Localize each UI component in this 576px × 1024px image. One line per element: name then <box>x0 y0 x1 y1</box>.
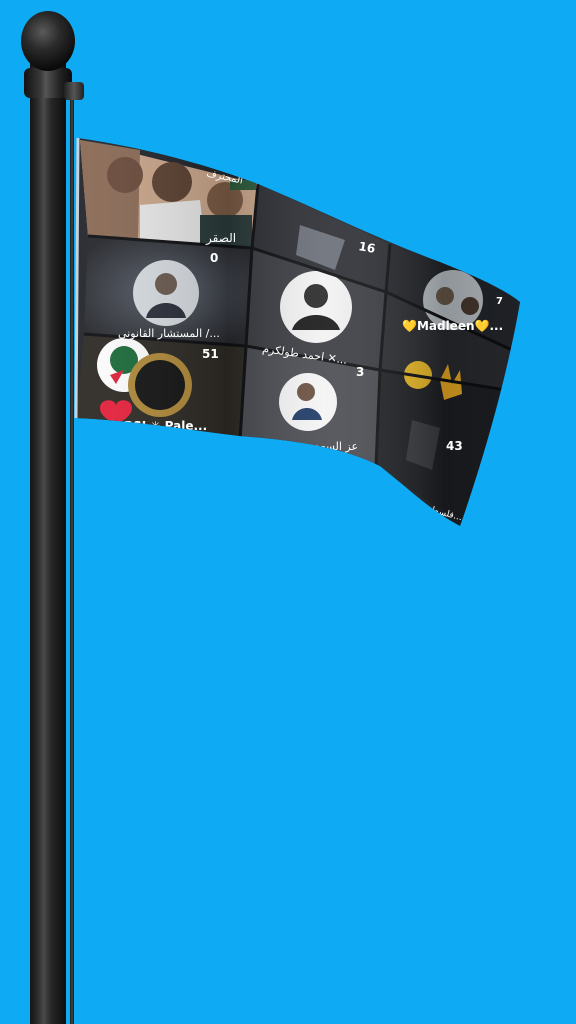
tile-1-label: الصقر <box>205 231 236 246</box>
flag-cloth: المحترف الصقر 16 0 المستشار القانوني /..… <box>76 138 520 526</box>
tile-2-count: 16 <box>357 239 376 256</box>
tile-6-count: 7 <box>496 296 503 307</box>
waving-flag: المحترف الصقر 16 0 المستشار القانوني /..… <box>74 137 520 526</box>
tile-9-count: 43 <box>446 439 463 453</box>
tile-4-count: 0 <box>210 251 218 265</box>
flag-hoist-edge <box>74 137 80 419</box>
tile-7-count: 51 <box>202 347 219 361</box>
tile-8-count: 3 <box>356 365 364 379</box>
tile-4-label: المستشار القانوني /... <box>118 327 220 340</box>
scene: المحترف الصقر 16 0 المستشار القانوني /..… <box>0 0 576 1024</box>
tile-7-label: BSI ✳ Pale... <box>124 419 207 433</box>
tile-6-label: 💛Madleen💛... <box>402 319 503 333</box>
tile-8-label: عز السعدي <box>306 440 358 453</box>
